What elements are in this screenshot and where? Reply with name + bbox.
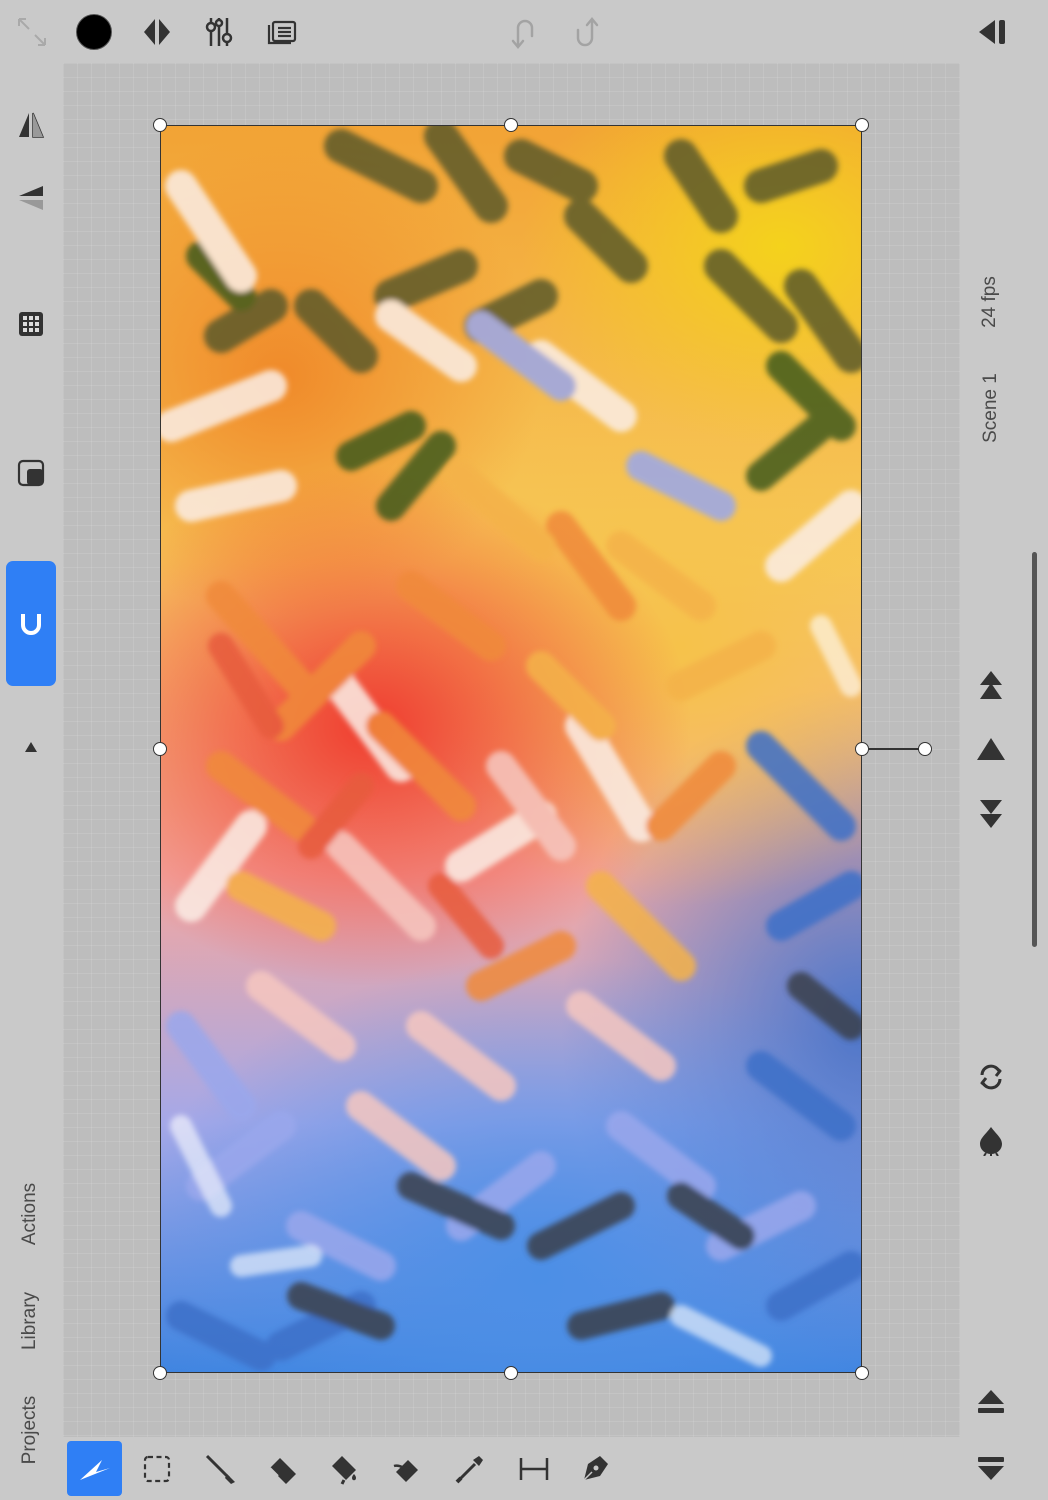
magnet-icon <box>18 611 44 637</box>
artwork-canvas[interactable] <box>160 125 862 1373</box>
handle-bottom-center[interactable] <box>504 1366 518 1380</box>
snap-toggle-button[interactable] <box>6 561 56 686</box>
fill-tool-button[interactable] <box>317 1441 372 1496</box>
brush-tool-icon <box>203 1452 237 1486</box>
eyedropper-tool-icon <box>453 1452 487 1486</box>
selection-tool-icon <box>142 1454 172 1484</box>
measure-tool-icon <box>517 1454 551 1484</box>
scene-label[interactable]: Scene 1 <box>980 366 1004 450</box>
layers-icon[interactable] <box>138 13 176 51</box>
collapse-panel-icon[interactable] <box>972 13 1012 51</box>
jump-to-start-icon[interactable] <box>974 667 1008 705</box>
bottom-toolbar <box>62 1437 960 1500</box>
canvas-stage[interactable] <box>63 63 960 1437</box>
eyedropper-tool-button[interactable] <box>442 1441 497 1496</box>
onion-icon[interactable] <box>974 1122 1008 1158</box>
expand-up-icon[interactable] <box>20 736 42 758</box>
pen-tool-icon <box>578 1452 612 1486</box>
loop-icon[interactable] <box>974 1059 1008 1095</box>
projects-label[interactable]: Projects <box>19 1387 43 1473</box>
brush-tool-button[interactable] <box>192 1441 247 1496</box>
fill-tool-icon <box>328 1452 362 1486</box>
flip-horizontal-icon[interactable] <box>12 106 50 144</box>
flip-vertical-icon[interactable] <box>12 179 50 217</box>
transform-tool-button[interactable] <box>67 1441 122 1496</box>
grid-icon[interactable] <box>14 307 48 341</box>
eraser-tool-button[interactable] <box>255 1441 310 1496</box>
handle-rotate[interactable] <box>918 742 932 756</box>
actions-label[interactable]: Actions <box>19 1173 43 1255</box>
jump-to-end-icon[interactable] <box>974 794 1008 832</box>
handle-top-left[interactable] <box>153 118 167 132</box>
undo-icon[interactable] <box>506 12 542 52</box>
fullscreen-icon[interactable] <box>14 14 50 50</box>
timeline-scrollbar[interactable] <box>1032 552 1037 947</box>
left-sidebar: Actions Library Projects <box>0 62 62 1500</box>
smudge-tool-icon <box>390 1452 424 1486</box>
clip-layer-icon[interactable] <box>14 456 48 490</box>
right-sidebar: 24 fps Scene 1 <box>960 62 1048 1500</box>
timeline-down-icon[interactable] <box>973 1450 1009 1486</box>
measure-tool-button[interactable] <box>506 1441 561 1496</box>
handle-top-right[interactable] <box>855 118 869 132</box>
top-toolbar <box>0 0 1048 62</box>
redo-icon[interactable] <box>568 12 604 52</box>
fps-label[interactable]: 24 fps <box>979 267 1003 337</box>
eraser-tool-icon <box>266 1452 300 1486</box>
handle-bottom-right[interactable] <box>855 1366 869 1380</box>
onion-skin-icon[interactable] <box>262 14 300 50</box>
handle-middle-right[interactable] <box>855 742 869 756</box>
adjustments-icon[interactable] <box>200 13 238 51</box>
handle-top-center[interactable] <box>504 118 518 132</box>
selection-tool-button[interactable] <box>129 1441 184 1496</box>
pen-tool-button[interactable] <box>567 1441 622 1496</box>
handle-bottom-left[interactable] <box>153 1366 167 1380</box>
smudge-tool-button[interactable] <box>379 1441 434 1496</box>
timeline-up-icon[interactable] <box>973 1384 1009 1420</box>
library-label[interactable]: Library <box>19 1282 43 1360</box>
color-swatch-icon[interactable] <box>74 12 114 52</box>
previous-frame-icon[interactable] <box>973 732 1009 766</box>
rotation-arm <box>869 748 925 750</box>
transform-tool-icon <box>78 1454 112 1484</box>
brush-strokes <box>161 126 861 1371</box>
handle-middle-left[interactable] <box>153 742 167 756</box>
